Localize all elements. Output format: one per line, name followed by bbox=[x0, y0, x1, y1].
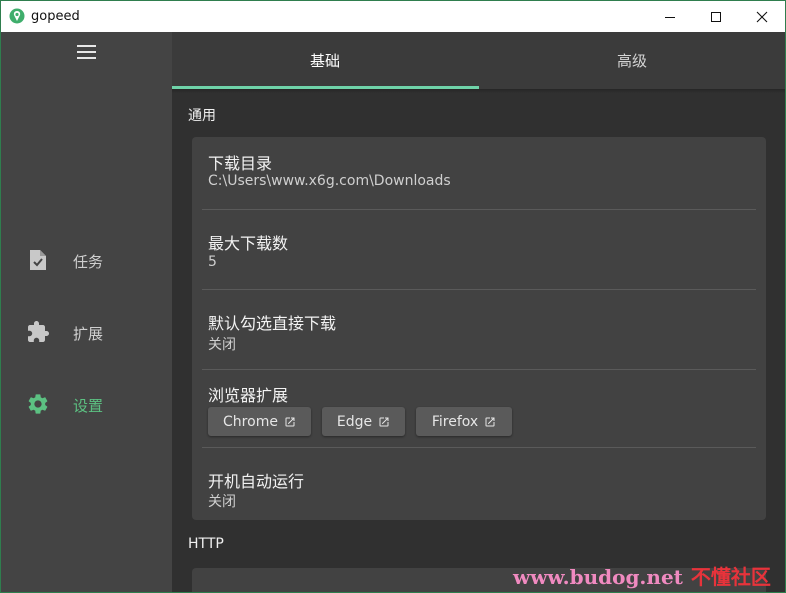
hamburger-menu-icon[interactable] bbox=[71, 40, 101, 64]
setting-title: 浏览器扩展 bbox=[208, 386, 289, 405]
minimize-icon bbox=[665, 16, 675, 18]
firefox-ext-button[interactable]: Firefox bbox=[416, 407, 512, 436]
sidebar-item-label: 扩展 bbox=[73, 325, 104, 343]
settings-card: 下载目录 C:\Users\www.x6g.com\Downloads 最大下载… bbox=[192, 137, 766, 520]
setting-title: 开机自动运行 bbox=[208, 472, 305, 491]
chrome-ext-button[interactable]: Chrome bbox=[208, 407, 311, 436]
app-window: gopeed 任务 扩展 设置 基础 高级 通用 下载目录 C:\Users\w… bbox=[0, 0, 786, 593]
tab-bar: 基础 高级 bbox=[172, 32, 785, 89]
setting-max-downloads[interactable]: 最大下载数 5 bbox=[192, 210, 766, 289]
watermark-text: 不懂社区 bbox=[690, 565, 771, 589]
setting-title: 下载目录 bbox=[208, 154, 273, 173]
sidebar-item-extensions[interactable]: 扩展 bbox=[1, 308, 172, 356]
setting-download-dir[interactable]: 下载目录 C:\Users\www.x6g.com\Downloads bbox=[192, 137, 766, 209]
minimize-button[interactable] bbox=[647, 1, 693, 32]
tab-advanced[interactable]: 高级 bbox=[479, 32, 785, 89]
setting-title: 最大下载数 bbox=[208, 234, 289, 253]
gopeed-logo-icon bbox=[9, 8, 25, 24]
close-icon bbox=[756, 11, 768, 22]
setting-value: C:\Users\www.x6g.com\Downloads bbox=[208, 173, 451, 189]
section-title-general: 通用 bbox=[188, 108, 216, 124]
task-file-icon bbox=[30, 250, 46, 270]
setting-value: 关闭 bbox=[208, 494, 236, 510]
sidebar-item-settings[interactable]: 设置 bbox=[1, 380, 172, 428]
watermark: www.budog.net 不懂社区 bbox=[513, 561, 771, 590]
setting-value: 关闭 bbox=[208, 337, 236, 353]
window-title: gopeed bbox=[31, 9, 80, 24]
sidebar: 任务 扩展 设置 bbox=[1, 32, 172, 592]
maximize-button[interactable] bbox=[693, 1, 739, 32]
setting-title: 默认勾选直接下载 bbox=[208, 314, 337, 333]
open-in-new-icon bbox=[285, 417, 295, 426]
open-in-new-icon bbox=[379, 417, 389, 426]
button-label: Firefox bbox=[431, 413, 479, 430]
section-title-http: HTTP bbox=[188, 536, 224, 552]
close-button[interactable] bbox=[739, 1, 785, 32]
gear-icon bbox=[28, 394, 48, 414]
watermark-url: www.budog.net bbox=[513, 565, 683, 589]
sidebar-item-label: 设置 bbox=[73, 397, 104, 415]
button-label: Edge bbox=[336, 413, 373, 430]
setting-value: 5 bbox=[208, 254, 217, 270]
setting-auto-select[interactable]: 默认勾选直接下载 关闭 bbox=[192, 290, 766, 369]
button-label: Chrome bbox=[223, 413, 278, 430]
sidebar-item-tasks[interactable]: 任务 bbox=[1, 236, 172, 284]
sidebar-item-label: 任务 bbox=[73, 253, 104, 271]
main-content: 基础 高级 通用 下载目录 C:\Users\www.x6g.com\Downl… bbox=[172, 32, 785, 592]
maximize-icon bbox=[711, 11, 721, 22]
open-in-new-icon bbox=[485, 417, 495, 426]
tab-basic[interactable]: 基础 bbox=[172, 32, 478, 89]
edge-ext-button[interactable]: Edge bbox=[322, 407, 405, 436]
puzzle-piece-icon bbox=[28, 321, 49, 342]
title-bar[interactable]: gopeed bbox=[1, 1, 785, 32]
setting-autostart[interactable]: 开机自动运行 关闭 bbox=[192, 448, 766, 520]
